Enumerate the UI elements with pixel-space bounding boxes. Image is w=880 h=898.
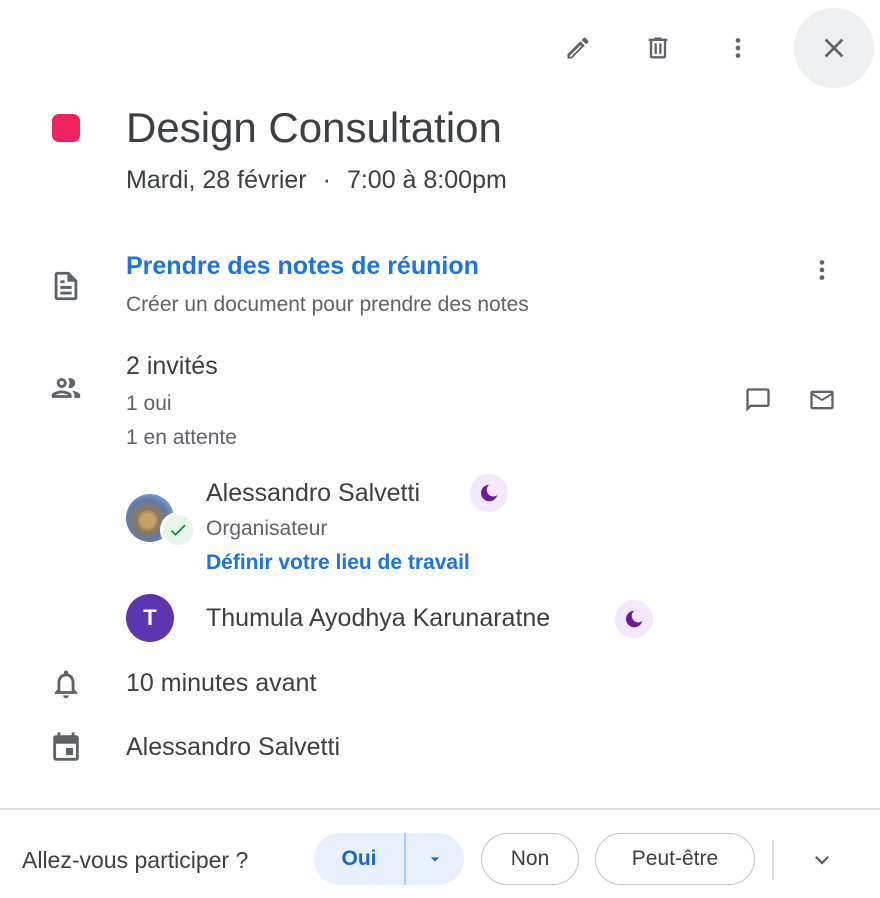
event-color-swatch — [52, 114, 80, 142]
mail-icon — [810, 390, 834, 410]
chevron-down-icon — [815, 856, 829, 865]
bell-icon — [54, 670, 78, 699]
rsvp-question: Allez-vous participer ? — [22, 847, 249, 873]
rsvp-maybe-button[interactable]: Peut-être — [595, 833, 755, 885]
guests-pending-count: 1 en attente — [126, 426, 237, 449]
rsvp-no-button[interactable]: Non — [481, 833, 579, 885]
out-of-office-badge — [470, 474, 508, 512]
email-guests-button[interactable] — [798, 376, 846, 424]
guest-role: Organisateur — [206, 517, 328, 540]
rsvp-yes-label[interactable]: Oui — [314, 833, 404, 885]
accepted-badge — [160, 512, 196, 548]
more-vert-icon — [735, 38, 741, 58]
calendar-icon-wrap — [46, 728, 86, 768]
guests-summary: 2 invités — [126, 352, 218, 380]
chat-guests-button[interactable] — [734, 376, 782, 424]
edit-event-button[interactable] — [554, 24, 602, 72]
document-icon — [54, 271, 78, 301]
guests-yes-count: 1 oui — [126, 392, 172, 415]
date-time-separator: · — [322, 166, 331, 194]
event-date: Mardi, 28 février — [126, 166, 307, 194]
close-icon — [824, 38, 844, 58]
rsvp-yes-button[interactable]: Oui — [314, 833, 464, 885]
trash-icon — [648, 37, 668, 59]
set-workplace-link[interactable]: Définir votre lieu de travail — [206, 548, 470, 578]
calendar-owner: Alessandro Salvetti — [126, 733, 341, 761]
rsvp-yes-dropdown[interactable] — [406, 833, 464, 885]
guest-name[interactable]: Thumula Ayodhya Karunaratne — [206, 602, 550, 634]
take-meeting-notes-link[interactable]: Prendre des notes de réunion — [126, 250, 479, 282]
footer-divider — [0, 808, 880, 810]
notes-more-button[interactable] — [798, 246, 846, 294]
footer-separator — [772, 840, 774, 880]
more-options-button[interactable] — [714, 24, 762, 72]
reminder-text: 10 minutes avant — [126, 669, 317, 697]
guest-name[interactable]: Alessandro Salvetti — [206, 477, 420, 509]
event-title: Design Consultation — [126, 104, 502, 151]
check-icon — [170, 524, 186, 536]
event-time: 7:00 à 8:00pm — [346, 166, 507, 194]
notes-description: Créer un document pour prendre des notes — [126, 293, 529, 316]
notes-document-icon-wrap — [46, 266, 86, 306]
pencil-icon — [567, 37, 589, 59]
more-vert-icon — [819, 260, 825, 280]
moon-icon — [626, 610, 643, 628]
moon-icon — [481, 484, 498, 502]
delete-event-button[interactable] — [634, 24, 682, 72]
calendar-icon — [53, 732, 79, 761]
arrow-drop-down-icon — [430, 857, 440, 862]
expand-footer-button[interactable] — [798, 836, 846, 884]
out-of-office-badge — [615, 600, 653, 638]
chat-icon — [746, 388, 770, 412]
close-button[interactable] — [794, 8, 874, 88]
guests-icon-wrap — [46, 368, 86, 408]
avatar[interactable]: T — [126, 594, 174, 642]
event-datetime: Mardi, 28 février · 7:00 à 8:00pm — [126, 164, 507, 196]
reminder-icon-wrap — [46, 664, 86, 704]
people-icon — [51, 378, 81, 398]
